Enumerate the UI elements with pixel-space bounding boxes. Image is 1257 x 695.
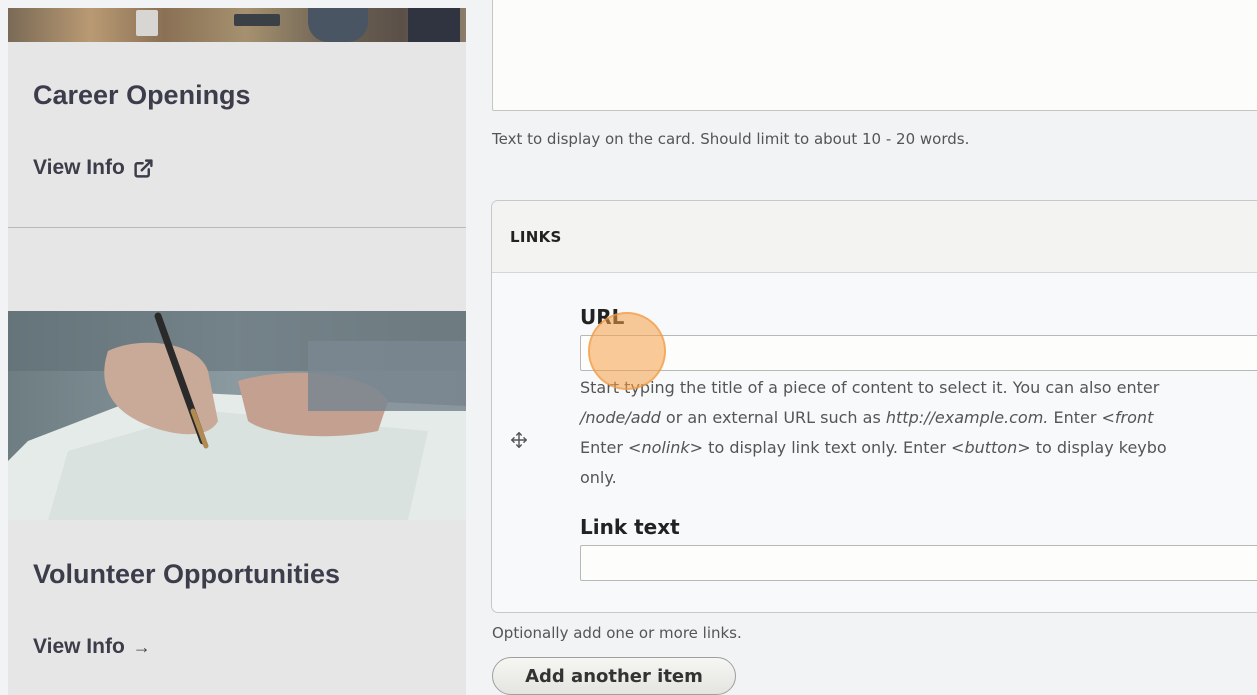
card-title-volunteer: Volunteer Opportunities — [33, 559, 341, 589]
view-info-label: View Info — [33, 635, 125, 658]
card-divider — [8, 227, 466, 228]
card-preview-panel: Career Openings View Info Volunteer Oppo… — [8, 8, 466, 695]
url-help-text: Start typing the title of a piece of con… — [580, 373, 1257, 493]
url-label: URL — [580, 305, 625, 329]
card-title-career-openings: Career Openings — [33, 80, 251, 110]
external-link-icon — [134, 158, 153, 178]
links-legend: LINKS — [510, 227, 562, 246]
card-text-description: Text to display on the card. Should limi… — [492, 130, 970, 148]
url-input[interactable] — [580, 335, 1257, 371]
office-desk-image — [8, 8, 466, 42]
url-help-line-3: Enter <nolink> to display link text only… — [580, 438, 1167, 457]
url-help-line-2: /node/add or an external URL such as htt… — [580, 408, 1154, 427]
links-description: Optionally add one or more links. — [492, 624, 742, 642]
link-text-label: Link text — [580, 515, 680, 539]
view-info-link-career[interactable]: View Info — [33, 156, 154, 180]
signing-document-image — [8, 311, 466, 520]
add-another-item-button[interactable]: Add another item — [492, 657, 736, 695]
drag-handle-icon[interactable] — [510, 431, 528, 449]
view-info-label: View Info — [33, 156, 125, 179]
url-help-line-4: only. — [580, 468, 617, 487]
link-text-input[interactable] — [580, 545, 1257, 581]
url-help-line-1: Start typing the title of a piece of con… — [580, 378, 1160, 397]
card-text-textarea[interactable] — [492, 0, 1257, 111]
arrow-right-icon: → — [132, 636, 151, 657]
view-info-link-volunteer[interactable]: View Info → — [33, 635, 151, 659]
links-fieldset-header: LINKS — [492, 201, 1257, 273]
links-fieldset: LINKS URL Start typing the title of a pi… — [491, 200, 1257, 613]
